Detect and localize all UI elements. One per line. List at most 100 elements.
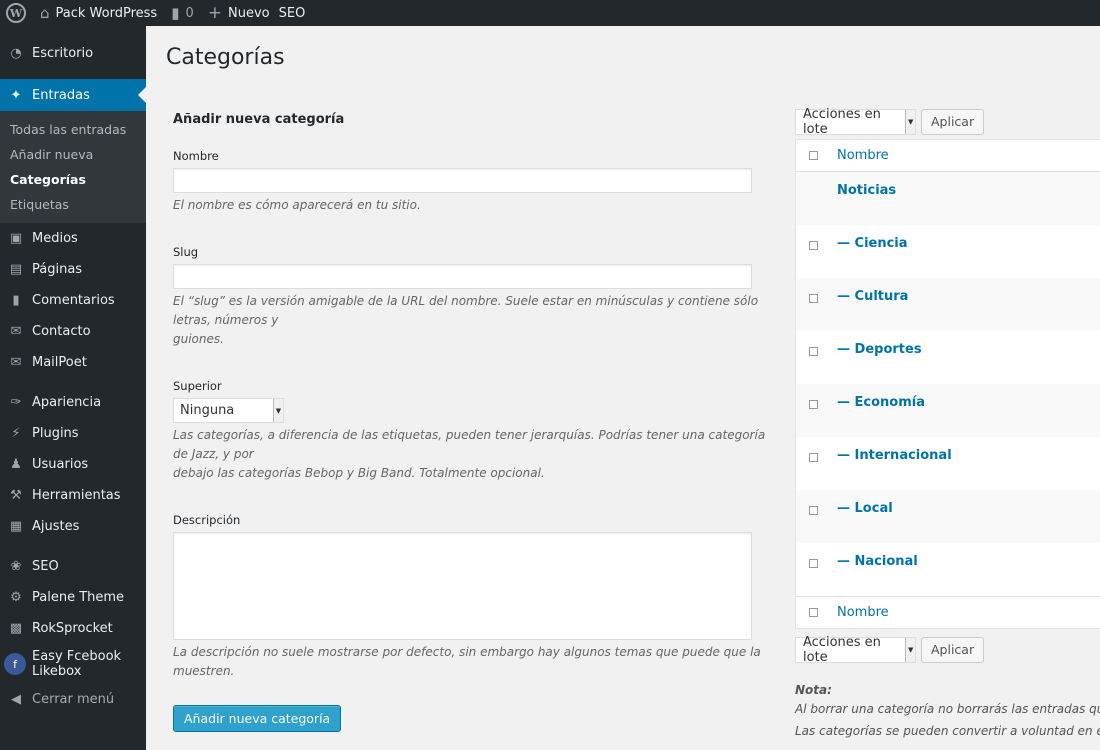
menu-herramientas[interactable]: ⚒ Herramientas (0, 480, 146, 511)
menu-ajustes[interactable]: ▦ Ajustes (0, 511, 146, 542)
row-checkbox[interactable] (809, 506, 818, 515)
table-row: — Economía (796, 384, 1100, 437)
apply-button-bottom[interactable]: Aplicar (921, 637, 985, 663)
menu-contacto[interactable]: ✉ Contacto (0, 316, 146, 347)
row-checkbox[interactable] (809, 453, 818, 462)
category-name-link[interactable]: — Deportes (837, 342, 922, 357)
menu-apariencia[interactable]: ✑ Apariencia (0, 387, 146, 418)
pages-icon: ▤ (9, 262, 23, 277)
category-name-link[interactable]: — Cultura (837, 289, 908, 304)
menu-label: Comentarios (32, 293, 115, 308)
row-checkbox[interactable] (809, 294, 818, 303)
slug-help-line-1: El “slug” es la versión amigable de la U… (173, 294, 759, 327)
table-row: — Internacional (796, 437, 1100, 490)
category-list: Acciones en lote ▼ Aplicar Nombre Notici… (795, 107, 1100, 741)
seo-menu[interactable]: SEO (277, 0, 313, 26)
bulk-actions-select-bottom[interactable]: Acciones en lote ▼ (795, 635, 916, 665)
menu-label: Palene Theme (32, 590, 125, 605)
menu-label: Medios (32, 231, 78, 246)
menu-medios[interactable]: ▣ Medios (0, 223, 146, 254)
menu-mailpoet[interactable]: ✉ MailPoet (0, 347, 146, 378)
parent-label: Superior (173, 379, 222, 393)
comments-icon: ▮ (12, 293, 20, 308)
add-category-button[interactable]: Añadir nueva categoría (173, 705, 342, 732)
menu-label: SEO (32, 559, 59, 574)
menu-label: Páginas (32, 262, 83, 277)
table-row: — Cultura (796, 278, 1100, 331)
row-checkbox[interactable] (809, 347, 818, 356)
bulk-actions-value: Acciones en lote (803, 635, 881, 665)
comments-link[interactable]: ▮ 0 (164, 0, 201, 26)
menu-label: Plugins (32, 426, 79, 441)
row-checkbox[interactable] (809, 559, 818, 568)
table-row: — Nacional (796, 543, 1100, 596)
menu-seo[interactable]: ❀ SEO (0, 551, 146, 582)
submenu-todas-las-entradas[interactable]: Todas las entradas (0, 117, 146, 142)
chevron-down-icon: ▼ (905, 110, 915, 134)
menu-label: Herramientas (32, 488, 121, 503)
plus-icon: + (207, 2, 222, 23)
menu-paginas[interactable]: ▤ Páginas (0, 254, 146, 285)
menu-label: Entradas (32, 87, 90, 103)
menu-escritorio[interactable]: ◔ Escritorio (0, 38, 146, 69)
parent-select[interactable]: Ninguna ▼ (173, 398, 284, 423)
submenu-anadir-nueva[interactable]: Añadir nueva (0, 142, 146, 167)
menu-label: Usuarios (32, 457, 89, 472)
row-checkbox[interactable] (809, 400, 818, 409)
chevron-down-icon: ▼ (905, 638, 915, 662)
brush-icon: ✑ (10, 395, 22, 410)
box-icon: ▩ (9, 621, 23, 636)
gear-icon: ⚙ (10, 590, 22, 605)
home-icon: ⌂ (40, 3, 50, 22)
menu-label: Apariencia (32, 395, 102, 410)
menu-roksprocket[interactable]: ▩ RokSprocket (0, 613, 146, 644)
category-name-link[interactable]: — Economía (837, 395, 925, 410)
site-name-link[interactable]: ⌂ Pack WordPress (33, 0, 164, 26)
slug-help: El “slug” es la versión amigable de la U… (173, 292, 783, 349)
menu-palene-theme[interactable]: ⚙ Palene Theme (0, 582, 146, 613)
collapse-menu-button[interactable]: ◀ Cerrar menú (0, 684, 146, 715)
category-name-link[interactable]: — Nacional (837, 554, 918, 569)
facebook-icon: f (4, 653, 26, 675)
table-header: Nombre (796, 140, 1100, 172)
apply-button[interactable]: Aplicar (921, 109, 985, 135)
menu-easy-facebook-likebox[interactable]: f Easy Fcebook Likebox (0, 644, 146, 684)
new-content-link[interactable]: + Nuevo (201, 0, 277, 26)
menu-label: Easy Fcebook Likebox (32, 649, 122, 679)
row-checkbox[interactable] (809, 241, 818, 250)
menu-label: Escritorio (32, 46, 94, 61)
bulk-actions-bottom: Acciones en lote ▼ Aplicar (795, 635, 1100, 665)
select-all-checkbox-footer[interactable] (809, 608, 818, 617)
form-title: Añadir nueva categoría (173, 112, 345, 127)
seo-label: SEO (278, 5, 306, 21)
description-textarea[interactable] (173, 532, 752, 640)
name-input[interactable] (173, 168, 752, 193)
slug-input[interactable] (173, 264, 752, 289)
parent-help-line-2: debajo las categorías Bebop y Big Band. … (173, 466, 545, 480)
category-name-link[interactable]: — Ciencia (837, 236, 908, 251)
menu-entradas[interactable]: ✦ Entradas (0, 79, 146, 111)
wrench-icon: ⚒ (10, 488, 22, 503)
category-name-link[interactable]: — Internacional (837, 448, 952, 463)
wp-logo-menu[interactable]: W (0, 0, 33, 26)
select-all-checkbox[interactable] (809, 151, 818, 160)
submenu-etiquetas[interactable]: Etiquetas (0, 192, 146, 217)
column-name-header[interactable]: Nombre (837, 148, 889, 163)
category-name-link[interactable]: — Local (837, 501, 893, 516)
note-title: Nota: (795, 683, 832, 697)
menu-comentarios[interactable]: ▮ Comentarios (0, 285, 146, 316)
main-content: Categorías Añadir nueva categoría Nombre… (146, 26, 1100, 750)
slug-help-line-2: guiones. (173, 332, 224, 346)
column-name-footer[interactable]: Nombre (837, 605, 889, 620)
submenu-categorias[interactable]: Categorías (0, 167, 146, 192)
table-row: Noticias (796, 172, 1100, 225)
menu-plugins[interactable]: ⚡ Plugins (0, 418, 146, 449)
table-row: — Deportes (796, 331, 1100, 384)
site-name: Pack WordPress (55, 5, 158, 21)
admin-sidebar: ◔ Escritorio ✦ Entradas Todas las entrad… (0, 26, 146, 750)
category-name-link[interactable]: Noticias (837, 183, 896, 198)
bulk-actions-value: Acciones en lote (803, 107, 881, 137)
bulk-actions-select[interactable]: Acciones en lote ▼ (795, 107, 916, 137)
seo-icon: ❀ (10, 559, 22, 574)
menu-usuarios[interactable]: ♟ Usuarios (0, 449, 146, 480)
